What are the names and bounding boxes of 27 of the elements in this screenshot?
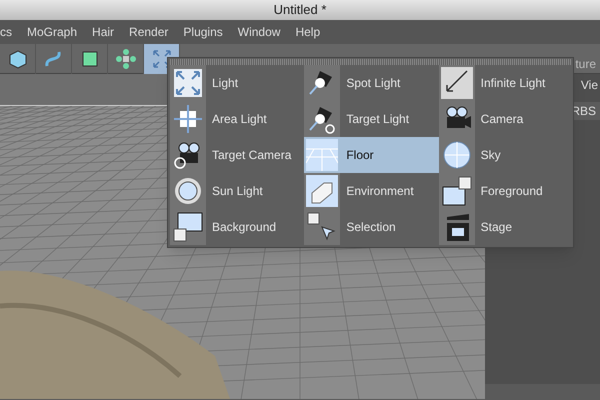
- menu-option[interactable]: Target Light: [304, 101, 439, 137]
- menu-option[interactable]: Infinite Light: [438, 65, 573, 101]
- menu-option[interactable]: Floor: [304, 137, 439, 173]
- window-title: Untitled *: [274, 1, 326, 20]
- menu-option[interactable]: Environment: [304, 173, 439, 209]
- background-cube-icon: [172, 211, 204, 243]
- menu-option[interactable]: Light: [170, 65, 304, 101]
- menu-item[interactable]: Plugins: [183, 23, 223, 41]
- foreground-cube-icon: [440, 175, 473, 207]
- floor-grid-icon: [306, 139, 338, 171]
- menu-option[interactable]: Area Light: [170, 101, 304, 137]
- menu-option[interactable]: Background: [170, 209, 304, 245]
- menu-option[interactable]: Target Camera: [170, 137, 304, 173]
- panel-header-text: Vie: [580, 77, 599, 94]
- menu-item[interactable]: MoGraph: [27, 23, 78, 41]
- menu-option[interactable]: Spot Light: [304, 65, 439, 101]
- menu-item[interactable]: Hair: [92, 23, 114, 41]
- menu-item[interactable]: Window: [238, 23, 280, 41]
- sphere-icon: [440, 139, 473, 171]
- menu-item[interactable]: cs: [0, 23, 12, 41]
- menu-option[interactable]: Foreground: [438, 173, 573, 209]
- menu-option[interactable]: Selection: [304, 209, 439, 245]
- menu-option[interactable]: Sky: [438, 137, 573, 173]
- menu-item[interactable]: Help: [295, 23, 320, 41]
- menu-item[interactable]: Render: [129, 23, 168, 41]
- menu-option[interactable]: Stage: [438, 209, 573, 245]
- menu-option[interactable]: Sun Light: [170, 173, 304, 209]
